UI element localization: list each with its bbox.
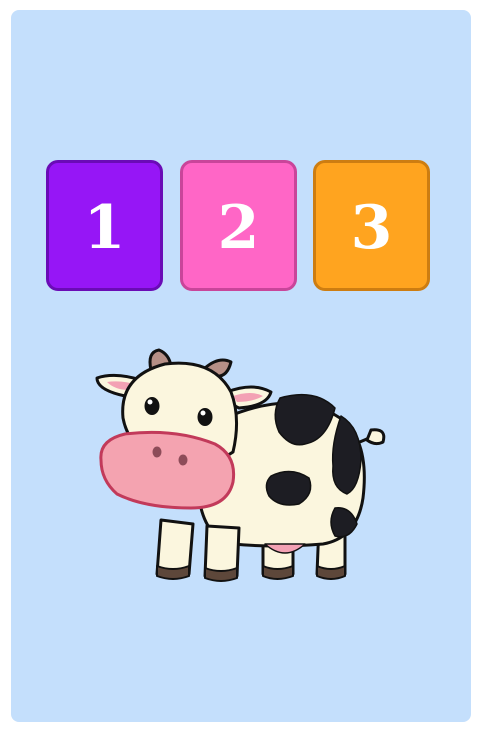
number-card-row: 1 2 3 [46, 160, 436, 296]
number-card-2[interactable]: 2 [180, 160, 297, 291]
number-card-1[interactable]: 1 [46, 160, 163, 291]
number-card-1-label: 1 [83, 192, 126, 263]
number-card-2-label: 2 [217, 192, 260, 263]
cow-icon [95, 348, 386, 582]
number-card-3[interactable]: 3 [313, 160, 430, 291]
number-card-3-label: 3 [350, 192, 393, 263]
page-background: 1 2 3 [0, 0, 481, 732]
